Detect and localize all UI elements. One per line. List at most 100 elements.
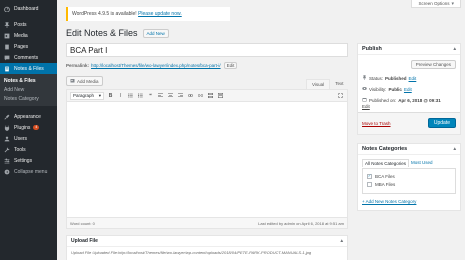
content-editor: Paragraph ▾ B I ❝ Word count: 0 Last edi… (66, 89, 348, 229)
category-tabs: All Notes Categories Most Used (362, 159, 435, 167)
settings-icon (4, 158, 11, 164)
menu-notes-files[interactable]: Notes & Files (0, 63, 57, 74)
upload-file-header[interactable]: Upload File ▴ (67, 236, 347, 247)
format-select[interactable]: Paragraph ▾ (70, 91, 104, 100)
category-item[interactable]: ✓ BCA Files (367, 172, 451, 180)
menu-comments[interactable]: Comments (0, 52, 57, 63)
editor-content-area[interactable] (67, 102, 347, 217)
add-new-button[interactable]: Add New (142, 28, 169, 38)
add-media-button[interactable]: Add Media (66, 76, 103, 86)
menu-label: Pages (14, 43, 29, 50)
tab-most-used[interactable]: Most Used (409, 159, 435, 167)
preview-changes-button[interactable]: Preview Changes (410, 60, 456, 69)
menu-plugins[interactable]: Plugins 4 (0, 122, 57, 133)
status-label: Status: (369, 75, 384, 81)
menu-tools[interactable]: Tools (0, 144, 57, 155)
menu-label: Plugins (14, 124, 31, 131)
wrench-icon (4, 147, 11, 153)
published-value: Apr 6, 2018 @ 09:31 (398, 97, 441, 103)
bold-icon[interactable]: B (107, 92, 114, 100)
checkbox-checked[interactable]: ✓ (367, 173, 372, 179)
page-icon (4, 44, 11, 50)
upload-file-box: Upload File ▴ Upload File Uploaded File:… (66, 235, 348, 260)
category-item[interactable]: MBA Files (367, 180, 451, 188)
bullet-list-icon[interactable] (127, 92, 134, 100)
menu-settings[interactable]: Settings (0, 155, 57, 166)
publish-actions: Move to Trash Update (358, 112, 460, 134)
toolbar-toggle-icon[interactable] (217, 92, 224, 100)
submenu-notes-files[interactable]: Notes & Files (0, 76, 57, 85)
permalink-link[interactable]: http://localhost/Themes/file/wo-lawyer/i… (91, 63, 221, 68)
update-now-link[interactable]: Please update now. (138, 11, 182, 17)
upload-file-title: Upload File (71, 238, 98, 244)
menu-pages[interactable]: Pages (0, 41, 57, 52)
dashboard-icon (4, 6, 11, 12)
menu-users[interactable]: Users (0, 133, 57, 144)
notes-categories-box: Notes Categories ▴ All Notes Categories … (357, 143, 461, 211)
blockquote-icon[interactable]: ❝ (147, 92, 154, 100)
fullscreen-icon[interactable] (337, 92, 344, 100)
collapse-icon (4, 169, 11, 175)
numbered-list-icon[interactable] (137, 92, 144, 100)
more-tag-icon[interactable] (207, 92, 214, 100)
format-select-value: Paragraph (73, 93, 95, 98)
pin-icon (4, 21, 11, 28)
screen-options-label: Screen Options (418, 1, 450, 6)
tab-all-categories[interactable]: All Notes Categories (362, 159, 410, 167)
submenu-add-new[interactable]: Add New (0, 85, 57, 94)
tab-text[interactable]: Text (330, 79, 348, 89)
users-icon (4, 136, 11, 142)
category-label: MBA Files (375, 181, 396, 187)
unlink-icon[interactable] (197, 92, 204, 100)
media-icon (4, 33, 11, 39)
visibility-edit-link[interactable]: Edit (404, 87, 412, 92)
move-to-trash-link[interactable]: Move to Trash (362, 121, 391, 126)
status-edit-link[interactable]: Edit (409, 76, 417, 81)
menu-media[interactable]: Media (0, 30, 57, 41)
menu-label: Media (14, 32, 28, 39)
chevron-up-icon: ▴ (340, 238, 343, 244)
visibility-row: Visibility: Public Edit (362, 86, 412, 92)
permalink-edit-button[interactable]: Edit (223, 61, 238, 69)
calendar-icon (362, 97, 367, 103)
align-left-icon[interactable] (157, 92, 164, 100)
plugins-update-badge: 4 (33, 125, 40, 130)
menu-label: Users (14, 135, 28, 142)
permalink-row: Permalink: http://localhost/Themes/file/… (66, 61, 348, 69)
editor-toolbar: Paragraph ▾ B I ❝ (67, 90, 347, 102)
menu-label: Posts (14, 21, 27, 28)
link-icon[interactable] (187, 92, 194, 100)
menu-dashboard[interactable]: Dashboard (0, 3, 57, 14)
published-row: Published on: Apr 6, 2018 @ 09:31 (362, 97, 441, 103)
screen-options-button[interactable]: Screen Options ▾ (411, 0, 461, 8)
publish-title: Publish (362, 46, 382, 52)
chevron-up-icon: ▴ (453, 146, 456, 152)
media-icon (70, 78, 75, 84)
editor-status-bar: Word count: 0 Last edited by admin on Ap… (67, 217, 347, 228)
menu-collapse[interactable]: Collapse menu (0, 166, 57, 177)
update-button[interactable]: Update (427, 118, 456, 128)
publish-header[interactable]: Publish ▴ (358, 44, 460, 55)
align-center-icon[interactable] (167, 92, 174, 100)
upload-file-text: Upload File Uploaded File:http://localho… (71, 250, 312, 255)
chevron-down-icon: ▾ (98, 92, 101, 98)
published-edit-link[interactable]: Edit (362, 104, 370, 109)
post-title-input[interactable]: BCA Part I (66, 43, 348, 57)
chevron-up-icon: ▴ (453, 46, 456, 52)
menu-posts[interactable]: Posts (0, 19, 57, 30)
categories-header[interactable]: Notes Categories ▴ (358, 144, 460, 155)
brush-icon (4, 114, 11, 120)
add-new-category-link[interactable]: + Add New Notes Category (362, 199, 416, 204)
submenu-notes-category[interactable]: Notes Category (0, 94, 57, 103)
published-label: Published on: (369, 97, 397, 103)
editor-tabs: Visual Text (306, 79, 348, 89)
tab-visual[interactable]: Visual (306, 79, 331, 89)
align-right-icon[interactable] (177, 92, 184, 100)
categories-title: Notes Categories (362, 146, 408, 152)
menu-label: Comments (14, 54, 39, 61)
menu-label: Settings (14, 157, 33, 164)
italic-icon[interactable]: I (117, 92, 124, 100)
checkbox-unchecked[interactable] (367, 181, 372, 187)
menu-appearance[interactable]: Appearance (0, 111, 57, 122)
category-checklist: ✓ BCA Files MBA Files (362, 168, 456, 194)
